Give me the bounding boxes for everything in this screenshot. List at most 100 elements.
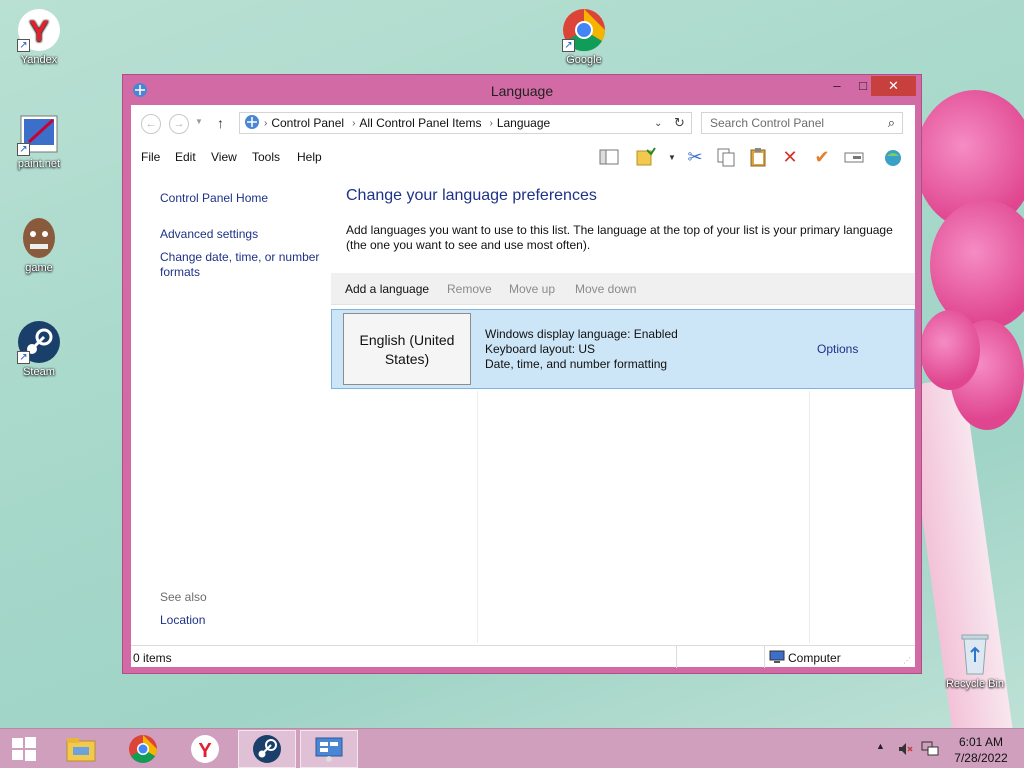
layout-pane-icon[interactable] <box>598 146 620 168</box>
chevron-down-icon[interactable]: ▼ <box>668 153 676 162</box>
location-link[interactable]: Location <box>160 613 325 628</box>
menu-file[interactable]: File <box>141 150 160 164</box>
desktop-icon-label: Recycle Bin <box>945 678 1005 690</box>
close-button[interactable]: ✕ <box>871 76 916 96</box>
move-up-button[interactable]: Move up <box>509 282 555 296</box>
menu-view[interactable]: View <box>211 150 237 164</box>
breadcrumb-all-items[interactable]: All Control Panel Items <box>355 116 489 130</box>
keyboard-layout: Keyboard layout: US <box>485 342 596 356</box>
folder-icon <box>66 738 96 762</box>
menu-help[interactable]: Help <box>297 150 322 164</box>
main-content: Change your language preferences Add lan… <box>331 171 915 643</box>
desktop-icon-game[interactable]: game <box>2 216 76 274</box>
language-window: Language – □ ✕ ← → ▼ ↑ › Control Panel ›… <box>122 74 922 674</box>
control-panel-icon <box>315 737 343 762</box>
menu-bar: File Edit View Tools Help ▼ ✂ ✕ ✔ <box>131 143 915 171</box>
desktop-icon-label: Yandex <box>20 54 58 66</box>
display-language-status: Windows display language: Enabled <box>485 327 678 341</box>
window-title: Language <box>490 83 554 99</box>
svg-text:Y: Y <box>198 740 212 762</box>
left-navigation-pane: Control Panel Home Advanced settings Cha… <box>131 171 329 643</box>
cut-icon[interactable]: ✂ <box>684 146 706 168</box>
chrome-icon: ↗ <box>562 8 606 52</box>
show-hidden-icons-button[interactable]: ▲ <box>876 741 885 768</box>
location-zone: Computer <box>788 651 841 665</box>
properties-check-icon[interactable]: ✔ <box>811 146 833 168</box>
remove-button[interactable]: Remove <box>447 282 492 296</box>
globe-icon[interactable] <box>882 146 904 168</box>
taskbar-yandex[interactable]: Y <box>176 730 234 768</box>
network-icon[interactable] <box>921 741 939 768</box>
resize-grip-icon[interactable]: ⋰ <box>903 656 911 665</box>
volume-muted-icon[interactable] <box>897 741 913 768</box>
control-panel-home-link[interactable]: Control Panel Home <box>160 191 325 206</box>
yandex-icon: Y ↗ <box>17 8 61 52</box>
language-command-bar: Add a language Remove Move up Move down <box>331 273 915 305</box>
forward-button[interactable]: → <box>169 114 189 134</box>
breadcrumb-control-panel[interactable]: Control Panel <box>267 116 352 130</box>
advanced-settings-link[interactable]: Advanced settings <box>160 227 325 242</box>
address-bar[interactable]: › Control Panel › All Control Panel Item… <box>239 112 692 134</box>
see-also-label: See also <box>160 590 207 604</box>
taskbar-chrome[interactable] <box>114 730 172 768</box>
chevron-down-icon[interactable]: ⌄ <box>654 118 662 129</box>
delete-icon[interactable]: ✕ <box>779 146 801 168</box>
status-bar: 0 items Computer ⋰ <box>131 645 915 668</box>
svg-text:Y: Y <box>29 15 49 48</box>
desktop-icon-label: Google <box>566 54 602 66</box>
start-button[interactable] <box>0 730 48 768</box>
search-input[interactable]: Search Control Panel ⌕ <box>701 112 903 134</box>
windows-logo-icon <box>12 737 36 761</box>
address-row: ← → ▼ ↑ › Control Panel › All Control Pa… <box>131 105 915 143</box>
menu-edit[interactable]: Edit <box>175 150 196 164</box>
taskbar-control-panel[interactable] <box>300 730 358 768</box>
steam-icon: ↗ <box>17 320 61 364</box>
paste-icon[interactable] <box>747 146 769 168</box>
language-options-link[interactable]: Options <box>817 342 858 356</box>
window-client-area: ← → ▼ ↑ › Control Panel › All Control Pa… <box>131 105 915 668</box>
status-divider <box>764 646 765 668</box>
system-clock[interactable]: 6:01 AM 7/28/2022 <box>946 734 1016 766</box>
recycle-bin-icon <box>953 632 997 676</box>
search-placeholder: Search Control Panel <box>710 116 825 130</box>
taskbar-steam[interactable] <box>238 730 296 768</box>
search-icon[interactable]: ⌕ <box>888 115 895 131</box>
paintnet-icon: ↗ <box>17 112 61 156</box>
back-button[interactable]: ← <box>141 114 161 134</box>
desktop-icon-google[interactable]: ↗ Google <box>547 8 621 66</box>
folder-options-icon[interactable] <box>635 146 657 168</box>
copy-icon[interactable] <box>715 146 737 168</box>
desktop-icon-paintnet[interactable]: ↗ paint.net <box>2 112 76 170</box>
recent-locations-dropdown[interactable]: ▼ <box>195 117 203 126</box>
refresh-icon[interactable]: ↻ <box>674 115 685 131</box>
add-language-button[interactable]: Add a language <box>345 282 429 296</box>
yandex-icon: Y <box>191 735 219 763</box>
desktop-icon-label: Steam <box>23 366 55 378</box>
desktop-icon-steam[interactable]: ↗ Steam <box>2 320 76 378</box>
language-list-item[interactable]: English (United States) Windows display … <box>331 309 915 389</box>
chrome-icon <box>129 735 157 763</box>
desktop-icon-label: game <box>25 262 53 274</box>
column-divider <box>809 391 810 643</box>
menu-tools[interactable]: Tools <box>252 150 280 164</box>
change-date-time-formats-link[interactable]: Change date, time, or number formats <box>160 250 325 280</box>
taskbar-file-explorer[interactable] <box>52 730 110 768</box>
up-button[interactable]: ↑ <box>217 115 224 131</box>
rename-icon[interactable] <box>843 146 865 168</box>
formatting-status: Date, time, and number formatting <box>485 357 668 371</box>
game-icon <box>17 216 61 260</box>
page-description: Add languages you want to use to this li… <box>346 223 893 252</box>
status-divider <box>676 646 677 668</box>
language-details: Windows display language: Enabled Keyboa… <box>485 327 678 372</box>
desktop-icon-label: paint.net <box>17 158 61 170</box>
item-count: 0 items <box>133 651 172 665</box>
breadcrumb-language[interactable]: Language <box>493 116 558 130</box>
column-divider <box>477 391 478 643</box>
title-bar[interactable]: Language – □ ✕ <box>123 75 921 105</box>
desktop-icon-yandex[interactable]: Y ↗ Yandex <box>2 8 76 66</box>
control-panel-icon <box>240 114 264 133</box>
minimize-button[interactable]: – <box>824 76 850 96</box>
language-tile[interactable]: English (United States) <box>343 313 471 385</box>
move-down-button[interactable]: Move down <box>575 282 636 296</box>
desktop-icon-recycle-bin[interactable]: Recycle Bin <box>938 632 1012 690</box>
